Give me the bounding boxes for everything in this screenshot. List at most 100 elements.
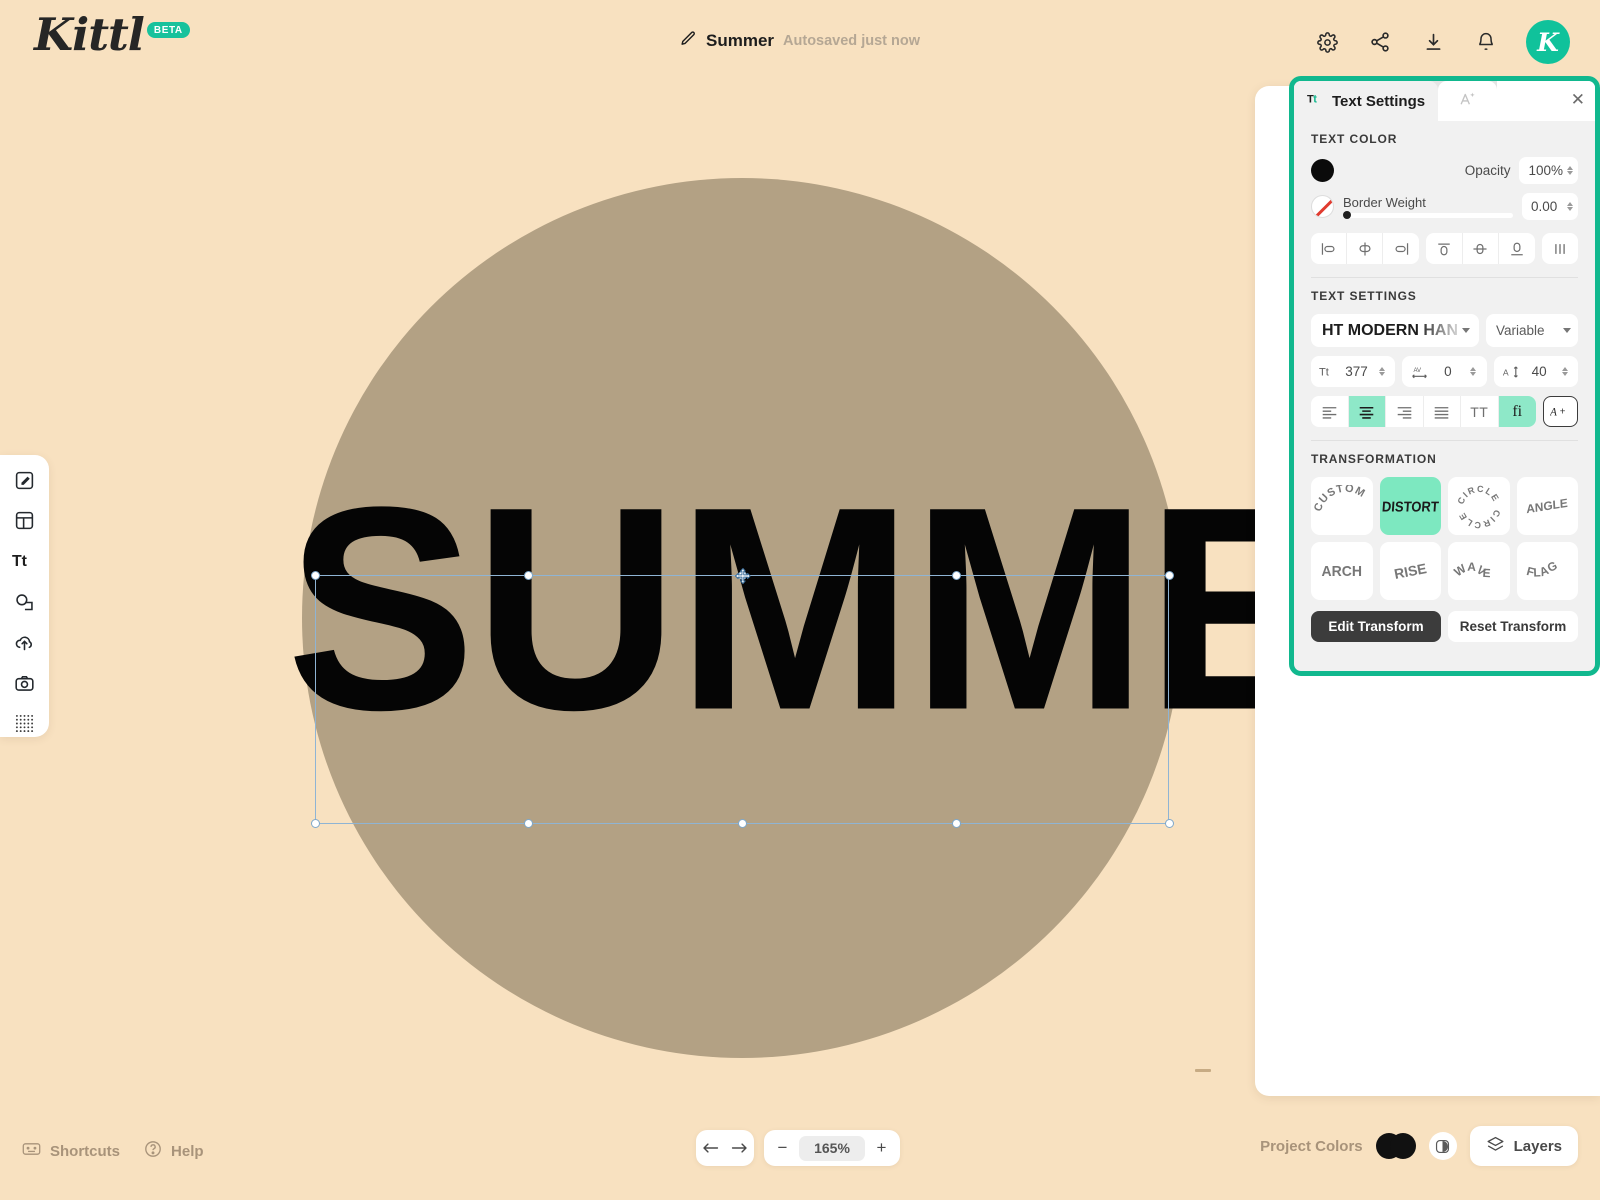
transform-option-arch[interactable]: ARCH (1311, 542, 1373, 600)
align-top-icon[interactable] (1426, 233, 1463, 264)
transform-label-rise: RISE (1392, 560, 1428, 582)
svg-text:Tt: Tt (12, 553, 28, 570)
line-height-field[interactable]: A 40 (1493, 356, 1578, 387)
brand-name: Kittl (34, 8, 145, 61)
font-family-select[interactable]: HT MODERN HAN (1311, 314, 1479, 347)
font-size-stepper[interactable] (1379, 367, 1385, 376)
border-weight-slider-knob[interactable] (1343, 211, 1351, 219)
transform-option-circle[interactable]: CIRCLE CIRCLE (1448, 477, 1510, 535)
shortcuts-button[interactable]: Shortcuts (22, 1141, 120, 1161)
text-align-center-icon[interactable] (1348, 396, 1386, 427)
align-left-icon[interactable] (1311, 233, 1348, 264)
add-text-effect-button[interactable]: A + (1543, 396, 1578, 427)
document-title-group[interactable]: Summer Autosaved just now (680, 30, 920, 52)
font-variant-select[interactable]: Variable (1486, 314, 1578, 347)
text-align-justify-icon[interactable] (1424, 396, 1461, 427)
resize-handle-bottom-quarter-right[interactable] (952, 819, 961, 828)
border-weight-slider[interactable] (1343, 211, 1513, 219)
ligature-icon[interactable]: fi (1498, 396, 1536, 427)
transform-option-angle[interactable]: ANGLE (1516, 477, 1578, 535)
zoom-out-button[interactable]: − (768, 1130, 797, 1166)
resize-handle-bottom-left[interactable] (311, 819, 320, 828)
project-color-swatches[interactable] (1375, 1133, 1416, 1159)
resize-handle-bottom-right[interactable] (1165, 819, 1174, 828)
transform-option-flag[interactable]: FLAG (1516, 542, 1578, 600)
sidebar-item-templates[interactable] (8, 508, 42, 535)
page-title[interactable]: Summer (706, 31, 774, 51)
line-height-value[interactable]: 40 (1526, 364, 1553, 379)
undo-arrow-icon[interactable] (696, 1130, 725, 1166)
align-middle-vertical-icon[interactable] (1463, 233, 1499, 264)
layers-button[interactable]: Layers (1469, 1126, 1578, 1166)
resize-handle-top-quarter-right[interactable] (952, 571, 961, 580)
transform-option-rise[interactable]: RISE (1379, 542, 1441, 600)
palette-icon[interactable] (1428, 1132, 1457, 1160)
close-icon[interactable]: ✕ (1571, 90, 1585, 110)
resize-handle-top-left[interactable] (311, 571, 320, 580)
bell-icon[interactable] (1473, 29, 1499, 55)
resize-handle-top-right[interactable] (1165, 571, 1174, 580)
gear-icon[interactable] (1314, 29, 1340, 55)
reset-transform-button[interactable]: Reset Transform (1448, 611, 1578, 642)
app-logo[interactable]: Kittl BETA (34, 12, 190, 57)
transform-option-custom[interactable]: CUSTOM (1311, 477, 1373, 535)
sidebar-item-text[interactable]: Tt (8, 548, 42, 575)
help-label: Help (171, 1142, 204, 1160)
font-size-field[interactable]: Tt 377 (1311, 356, 1396, 387)
share-icon[interactable] (1367, 29, 1393, 55)
font-size-value[interactable]: 377 (1343, 364, 1370, 379)
resize-handle-bottom-center[interactable] (738, 819, 747, 828)
sidebar-item-elements[interactable] (8, 589, 42, 616)
section-label-text-settings: TEXT SETTINGS (1311, 289, 1417, 303)
project-color-swatch-2[interactable] (1389, 1133, 1416, 1159)
transform-label-distort: DISTORT (1381, 497, 1440, 515)
no-color-icon[interactable] (1311, 195, 1334, 218)
align-right-icon[interactable] (1383, 233, 1419, 264)
sidebar-item-patterns[interactable] (8, 710, 42, 737)
text-color-swatch[interactable] (1311, 159, 1334, 182)
sidebar-item-photos[interactable] (8, 670, 42, 697)
resize-handle-top-quarter-left[interactable] (524, 571, 533, 580)
help-button[interactable]: Help (144, 1140, 204, 1162)
opacity-value: 100% (1528, 163, 1563, 178)
border-weight-input[interactable]: 0.00 (1522, 193, 1578, 220)
canvas-area[interactable]: SUMMER (0, 84, 1255, 1114)
line-height-stepper[interactable] (1561, 367, 1568, 376)
sidebar-item-uploads[interactable] (8, 629, 42, 656)
svg-text:+: + (1560, 407, 1566, 418)
redo-arrow-icon[interactable] (725, 1130, 754, 1166)
zoom-controls: − 165% + (764, 1130, 900, 1166)
resize-handle-bottom-quarter-left[interactable] (524, 819, 533, 828)
tab-magic-text[interactable] (1438, 81, 1498, 121)
panel-tab-bar: T t Text Settings ✕ (1294, 81, 1595, 121)
font-metrics-row: Tt 377 AV 0 A 40 (1311, 356, 1578, 387)
download-icon[interactable] (1420, 29, 1446, 55)
letter-spacing-stepper[interactable] (1470, 367, 1477, 376)
text-align-right-icon[interactable] (1386, 396, 1424, 427)
border-weight-stepper[interactable] (1567, 202, 1573, 211)
align-bottom-icon[interactable] (1499, 233, 1535, 264)
move-cursor-icon (734, 567, 752, 585)
autosave-status: Autosaved just now (783, 33, 920, 49)
canvas-mark (1195, 1069, 1211, 1072)
zoom-level-value[interactable]: 165% (799, 1135, 865, 1161)
zoom-in-button[interactable]: + (867, 1130, 896, 1166)
sidebar-item-design[interactable] (8, 467, 42, 494)
opacity-stepper[interactable] (1567, 166, 1573, 175)
text-align-left-icon[interactable] (1311, 396, 1349, 427)
edit-transform-button[interactable]: Edit Transform (1311, 611, 1441, 642)
letter-spacing-value[interactable]: 0 (1434, 364, 1461, 379)
ligature-label: fi (1512, 402, 1523, 420)
transform-option-wave[interactable]: WAVE (1448, 542, 1510, 600)
footer-zoom-controls: − 165% + (696, 1130, 900, 1166)
selection-bounding-box[interactable] (311, 571, 1174, 828)
letter-spacing-field[interactable]: AV 0 (1402, 356, 1487, 387)
tab-text-settings[interactable]: T t Text Settings (1294, 81, 1439, 121)
align-center-horizontal-icon[interactable] (1347, 233, 1384, 264)
avatar[interactable]: K (1526, 20, 1570, 64)
opacity-input[interactable]: 100% (1519, 157, 1578, 184)
distribute-icon[interactable] (1542, 233, 1578, 264)
uppercase-icon[interactable]: TT (1461, 396, 1499, 427)
line-height-icon: A (1502, 364, 1521, 380)
transform-option-distort[interactable]: DISTORT (1379, 477, 1441, 535)
